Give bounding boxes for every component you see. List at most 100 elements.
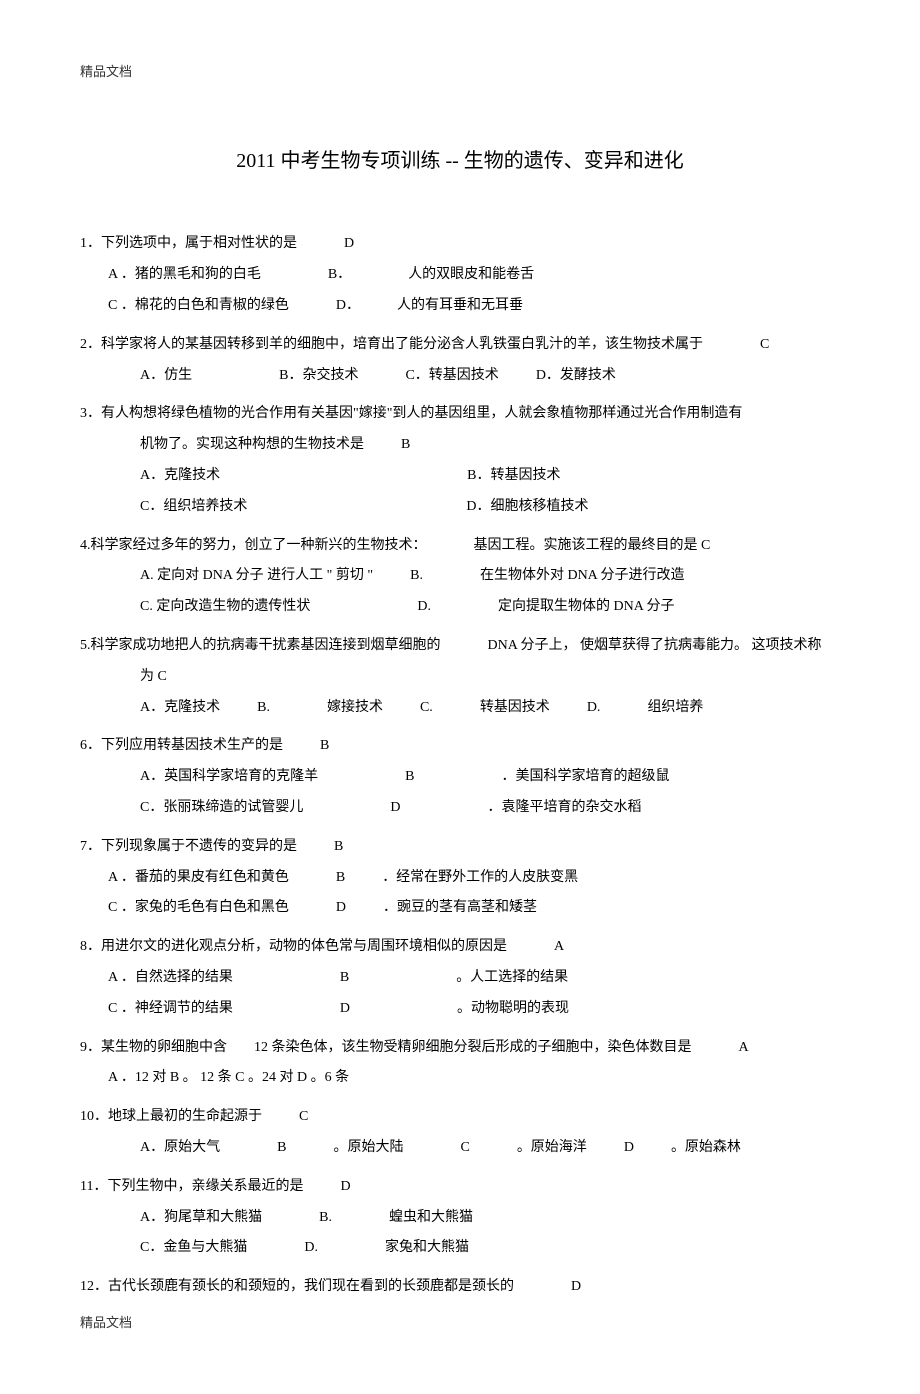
q4-stem2: 基因工程。实施该工程的最终目的是 C [474,538,711,553]
q6-option-d-text: ．袁隆平培育的杂交水稻 [487,800,641,815]
q7-option-b-text: ．经常在野外工作的人皮肤变黑 [382,870,578,885]
q9-stem1: 9．某生物的卵细胞中含 [80,1040,227,1055]
q1-stem: 1．下列选项中，属于相对性状的是 [80,236,297,251]
q11-option-b-label: B. [319,1210,332,1225]
q10-option-d-text: 。原始森林 [671,1140,741,1155]
question-7: 7．下列现象属于不遗传的变异的是 B A ．番茄的果皮有红色和黄色 B ．经常在… [80,832,840,924]
q1-option-d-text: 人的有耳垂和无耳垂 [397,298,523,313]
question-6: 6．下列应用转基因技术生产的是 B A．英国科学家培育的克隆羊 B ．美国科学家… [80,731,840,823]
question-10: 10．地球上最初的生命起源于 C A．原始大气 B 。原始大陆 C 。原始海洋 … [80,1102,840,1164]
question-12: 12．古代长颈鹿有颈长的和颈短的，我们现在看到的长颈鹿都是颈长的 D [80,1272,840,1303]
q4-option-b-label: B. [410,568,423,583]
question-5: 5.科学家成功地把人的抗病毒干扰素基因连接到烟草细胞的 DNA 分子上， 使烟草… [80,631,840,723]
q10-option-c-text: 。原始海洋 [517,1140,587,1155]
q10-stem: 10．地球上最初的生命起源于 [80,1109,262,1124]
q8-option-b-text: 。人工选择的结果 [456,970,568,985]
q2-option-c: C．转基因技术 [405,368,498,383]
q6-option-b-text: ．美国科学家培育的超级鼠 [501,769,669,784]
question-1: 1．下列选项中，属于相对性状的是 D A ．猪的黑毛和狗的白毛 B． 人的双眼皮… [80,229,840,321]
q1-option-b-text: 人的双眼皮和能卷舌 [408,267,534,282]
q8-option-a: A ．自然选择的结果 [108,970,233,985]
q8-option-d-text: 。动物聪明的表现 [457,1001,569,1016]
q6-option-b-label: B [405,769,414,784]
q2-option-d: D．发酵技术 [536,368,616,383]
q9-answer: A [739,1040,749,1055]
q3-answer: B [401,437,410,452]
q6-answer: B [320,738,329,753]
q12-stem: 12．古代长颈鹿有颈长的和颈短的，我们现在看到的长颈鹿都是颈长的 [80,1279,514,1294]
q8-option-d-label: D [340,1001,350,1016]
q10-option-d-label: D [624,1140,634,1155]
q11-option-c: C．金鱼与大熊猫 [140,1240,247,1255]
q7-stem: 7．下列现象属于不遗传的变异的是 [80,839,297,854]
q9-stem2: 12 条染色体，该生物受精卵细胞分裂后形成的子细胞中，染色体数目是 [254,1040,692,1055]
q3-option-a: A．克隆技术 [140,468,220,483]
q11-stem: 11．下列生物中，亲缘关系最近的是 [80,1179,303,1194]
q7-option-d-label: D [336,900,346,915]
header-text: 精品文档 [80,60,840,83]
q5-option-c-text: 转基因技术 [480,700,550,715]
q5-option-b-text: 嫁接技术 [327,700,383,715]
question-9: 9．某生物的卵细胞中含 12 条染色体，该生物受精卵细胞分裂后形成的子细胞中，染… [80,1033,840,1095]
q3-stem-line2: 机物了。实现这种构想的生物技术是 [140,437,364,452]
q1-option-b-label: B． [328,267,351,282]
q6-option-d-label: D [390,800,400,815]
q8-option-c: C ．神经调节的结果 [108,1001,233,1016]
q2-stem: 2．科学家将人的某基因转移到羊的细胞中，培育出了能分泌含人乳铁蛋白乳汁的羊，该生… [80,337,703,352]
q10-option-b-label: B [277,1140,286,1155]
q3-option-d: D．细胞核移植技术 [466,499,588,514]
q5-option-d-label: D. [587,700,601,715]
q2-option-b: B．杂交技术 [279,368,358,383]
q5-stem-line2: DNA 分子上， 使烟草获得了抗病毒能力。 这项技术称 [488,638,822,653]
q8-option-b-label: B [340,970,349,985]
q4-option-a: A. 定向对 DNA 分子 进行人工 " 剪切 " [140,568,373,583]
q2-answer: C [760,337,769,352]
q7-option-b-label: B [336,870,345,885]
question-2: 2．科学家将人的某基因转移到羊的细胞中，培育出了能分泌含人乳铁蛋白乳汁的羊，该生… [80,330,840,392]
q3-option-c: C．组织培养技术 [140,499,247,514]
q8-answer: A [554,939,564,954]
q5-stem-line1: 5.科学家成功地把人的抗病毒干扰素基因连接到烟草细胞的 [80,638,441,653]
footer-text: 精品文档 [80,1311,840,1334]
q1-option-a: A ．猪的黑毛和狗的白毛 [108,267,261,282]
q11-option-d-label: D. [304,1240,318,1255]
q2-option-a: A．仿生 [140,368,192,383]
q11-option-a: A．狗尾草和大熊猫 [140,1210,262,1225]
q7-option-d-text: ．豌豆的茎有高茎和矮茎 [383,900,537,915]
q4-option-d-label: D. [417,599,431,614]
question-4: 4.科学家经过多年的努力，创立了一种新兴的生物技术： 基因工程。实施该工程的最终… [80,531,840,623]
q4-option-c: C. 定向改造生物的遗传性状 [140,599,310,614]
q11-option-d-text: 家兔和大熊猫 [385,1240,469,1255]
q7-option-a: A ．番茄的果皮有红色和黄色 [108,870,289,885]
q5-option-d-text: 组织培养 [647,700,703,715]
q10-option-c-label: C [460,1140,469,1155]
q1-option-c: C ．棉花的白色和青椒的绿色 [108,298,289,313]
q5-option-c-label: C. [420,700,433,715]
q10-option-b-text: 。原始大陆 [333,1140,403,1155]
q5-stem-line3: 为 C [80,662,840,693]
q6-option-a: A．英国科学家培育的克隆羊 [140,769,318,784]
q5-option-a: A．克隆技术 [140,700,220,715]
q1-answer: D [344,236,354,251]
q9-options: A ．12 对 B 。 12 条 C 。24 对 D 。6 条 [80,1063,840,1094]
q5-option-b-label: B. [257,700,270,715]
page-title: 2011 中考生物专项训练 -- 生物的遗传、变异和进化 [80,143,840,179]
q3-option-b: B．转基因技术 [467,468,560,483]
q12-answer: D [571,1279,581,1294]
q4-option-b-text: 在生物体外对 DNA 分子进行改造 [480,568,685,583]
q3-stem-line1: 3．有人构想将绿色植物的光合作用有关基因"嫁接"到人的基因组里，人就会象植物那样… [80,399,840,430]
q7-answer: B [334,839,343,854]
question-3: 3．有人构想将绿色植物的光合作用有关基因"嫁接"到人的基因组里，人就会象植物那样… [80,399,840,522]
q11-answer: D [340,1179,350,1194]
question-8: 8．用进尔文的进化观点分析，动物的体色常与周围环境相似的原因是 A A ．自然选… [80,932,840,1024]
q4-option-d-text: 定向提取生物体的 DNA 分子 [498,599,675,614]
q7-option-c: C ．家兔的毛色有白色和黑色 [108,900,289,915]
q11-option-b-text: 蝗虫和大熊猫 [389,1210,473,1225]
q10-option-a: A．原始大气 [140,1140,220,1155]
q6-option-c: C．张丽珠缔造的试管婴儿 [140,800,303,815]
q10-answer: C [299,1109,308,1124]
question-11: 11．下列生物中，亲缘关系最近的是 D A．狗尾草和大熊猫 B. 蝗虫和大熊猫 … [80,1172,840,1264]
q4-stem: 4.科学家经过多年的努力，创立了一种新兴的生物技术： [80,538,427,553]
q1-option-d-label: D． [336,298,360,313]
q6-stem: 6．下列应用转基因技术生产的是 [80,738,283,753]
